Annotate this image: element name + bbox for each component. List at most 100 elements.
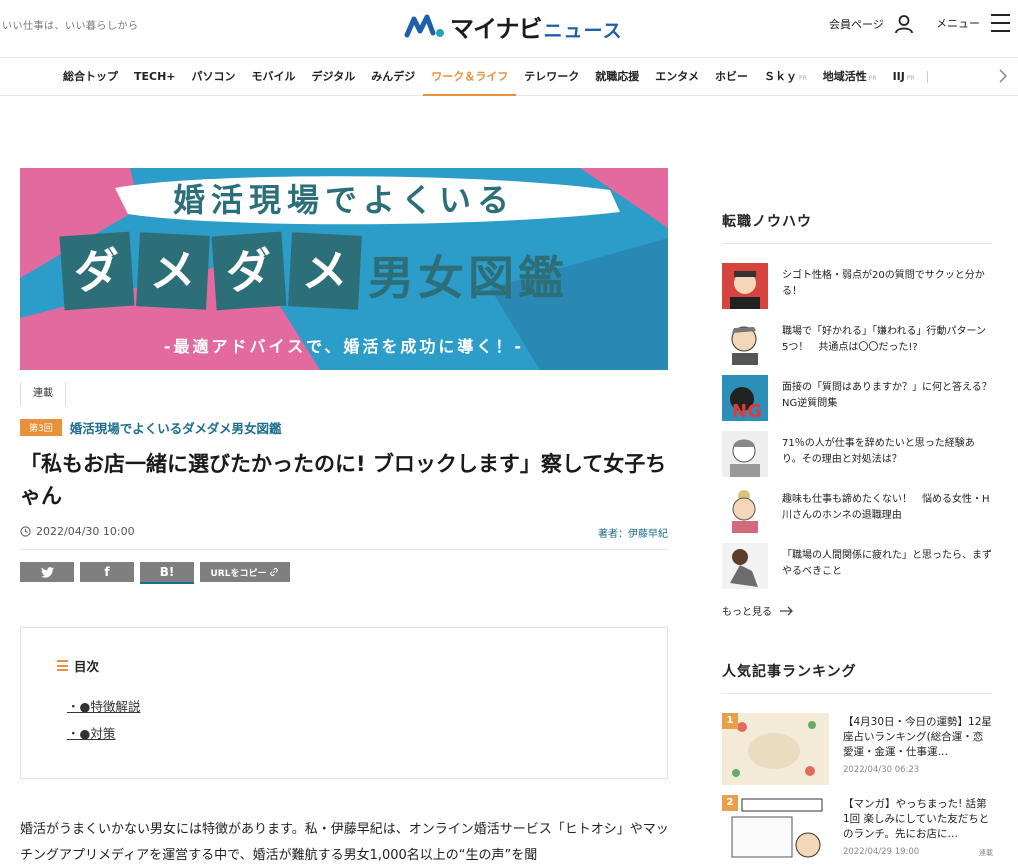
hamburger-icon [991, 14, 1010, 32]
ranking-item[interactable]: 2 【マンガ】やっちまった! 話第1回 楽しみにしていた友だちとのランチ。先にお… [722, 795, 994, 867]
ranking-tag: 連載 [979, 849, 993, 857]
career-article-title: シゴト性格・弱点が20の質問でサクッと分かる！ [782, 270, 985, 297]
nav-item-label: エンタメ [655, 70, 699, 83]
career-article-item[interactable]: 71％の人が仕事を辞めたいと思った経験あり。その理由と対処法は？ [722, 431, 992, 479]
nav-item-label: 就職応援 [595, 70, 640, 83]
category-tag[interactable]: 連載 [20, 382, 66, 406]
article-thumbnail: 2 [722, 795, 829, 867]
nav-item-label: デジタル [311, 70, 356, 83]
link-icon [270, 568, 279, 576]
career-article-item[interactable]: 職場で「好かれる」「嫌われる」行動パターン5つ！ 共通点は〇〇だった!? [722, 319, 992, 367]
ranking-text: 【4月30日・今日の運勢】12星座占いランキング(総合運・恋愛運・金運・仕事運…… [843, 713, 993, 785]
banner-tile: ダ [59, 231, 135, 311]
twitter-share-button[interactable] [20, 562, 74, 582]
ranking-item[interactable]: 1 【4月30日・今日の運勢】12星座占いランキング(総合運・恋愛運・金運・仕事… [722, 713, 994, 785]
article-lead: 婚活がうまくいかない男女には特徴があります。私・伊藤早紀は、オンライン婚活サービ… [20, 822, 669, 863]
author-link[interactable]: 著者：伊藤早紀 [598, 525, 668, 540]
nav-item[interactable]: モバイル [244, 58, 304, 96]
pr-label: PR [868, 75, 877, 82]
chevron-right-icon[interactable] [998, 69, 1008, 83]
rank-number: 2 [722, 795, 738, 811]
article-title: 「私もお店一緒に選びたかったのに! ブロックします」察して女子ちゃん [20, 452, 667, 508]
ranking-text: 【マンガ】やっちまった! 話第1回 楽しみにしていた友だちとのランチ。先にお店に… [843, 795, 993, 867]
series-banner[interactable]: 婚活現場でよくいる ダ メ ダ メ 男女図鑑 -最適アドバイスで、婚活を成功に導… [20, 168, 668, 370]
arrow-right-icon [780, 606, 793, 615]
nav-item-label: Ｓｋｙ [763, 70, 797, 83]
nav-item[interactable]: エンタメ [647, 58, 707, 96]
article-thumbnail [722, 263, 768, 309]
article-thumbnail [722, 487, 768, 533]
publish-date-text: 2022/04/30 10:00 [36, 525, 135, 538]
copy-url-button[interactable]: URLをコピー [200, 562, 290, 582]
banner-tile: ダ [211, 231, 287, 311]
hatena-bookmark-button[interactable]: B! [140, 562, 194, 584]
share-buttons: f B! URLをコピー [20, 562, 296, 584]
career-article-item[interactable]: 「職場の人間関係に疲れた」と思ったら、まずやるべきこと [722, 543, 992, 591]
nav-item[interactable]: パソコン [184, 58, 244, 96]
list-icon [57, 660, 68, 671]
banner-tile: メ [288, 232, 362, 310]
banner-line-3: -最適アドバイスで、婚活を成功に導く！- [163, 337, 525, 356]
toc-item-features[interactable]: ・●特徴解説 [67, 696, 140, 715]
nav-item[interactable]: TECH+ [126, 58, 184, 96]
twitter-icon [40, 566, 54, 578]
banner-line-2: 男女図鑑 [368, 251, 568, 305]
divider [722, 693, 992, 694]
toc-item-measures[interactable]: ・●対策 [67, 723, 115, 742]
toc-heading: 目次 [57, 656, 99, 675]
career-article-title: 趣味も仕事も諦めたくない！ 悩める女性・H川さんのホンネの退職理由 [782, 494, 990, 521]
svg-text:NG: NG [732, 401, 762, 421]
article-thumbnail [722, 319, 768, 365]
copy-url-label: URLをコピー [210, 568, 267, 579]
divider [20, 549, 668, 550]
career-article-item[interactable]: 趣味も仕事も諦めたくない！ 悩める女性・H川さんのホンネの退職理由 [722, 487, 992, 535]
nav-item[interactable]: 就職応援 [587, 58, 647, 96]
career-article-item[interactable]: シゴト性格・弱点が20の質問でサクッと分かる！ [722, 263, 992, 311]
member-page-link[interactable]: 会員ページ [829, 14, 914, 34]
series-issue: 第3回 婚活現場でよくいるダメダメ男女図鑑 [20, 418, 282, 437]
nav-item-label: 総合トップ [63, 70, 118, 83]
nav-item-label: ホビー [714, 70, 748, 83]
site-header: いい仕事は、いい暮らしから マイナビ ニュース 会員ページ メニュー [0, 0, 1018, 58]
article-thumbnail [722, 431, 768, 477]
career-heading: 転職ノウハウ [722, 214, 812, 230]
facebook-share-button[interactable]: f [80, 562, 134, 582]
rank-number: 1 [722, 713, 738, 729]
nav-item-label: ワーク＆ライフ [431, 70, 509, 83]
ranking-date: 2022/04/30 06:23 [843, 765, 920, 775]
issue-badge: 第3回 [20, 419, 62, 436]
member-page-label: 会員ページ [829, 18, 884, 31]
article-thumbnail: NG [722, 375, 768, 421]
banner-tiles: ダ メ ダ メ [59, 231, 366, 311]
nav-item[interactable]: テレワーク [516, 58, 587, 96]
clock-icon [20, 526, 31, 537]
menu-button[interactable]: メニュー [936, 14, 1010, 32]
nav-item[interactable]: 地域活性 PR [815, 58, 885, 96]
nav-item[interactable]: みんデジ [363, 58, 423, 96]
career-article-item[interactable]: NG 面接の「質問はありますか？」に何と答える？ NG逆質問集 [722, 375, 1002, 423]
nav-item[interactable]: ホビー [707, 58, 756, 96]
publish-date: 2022/04/30 10:00 [20, 525, 135, 538]
user-icon [894, 15, 913, 34]
career-article-title: 職場で「好かれる」「嫌われる」行動パターン5つ！ 共通点は〇〇だった!? [782, 326, 986, 353]
facebook-icon: f [104, 565, 110, 579]
nav-item-label: みんデジ [371, 70, 416, 83]
more-link-text: もっと見る [722, 607, 772, 618]
more-link[interactable]: もっと見る [722, 603, 794, 618]
nav-item-label: TECH+ [134, 70, 176, 83]
nav-item[interactable]: Ｓｋｙ PR [756, 58, 815, 96]
nav-item[interactable]: ワーク＆ライフ [423, 58, 517, 96]
site-tagline: いい仕事は、いい暮らしから [2, 21, 139, 32]
series-title-link[interactable]: 婚活現場でよくいるダメダメ男女図鑑 [70, 418, 282, 437]
nav-item-label: パソコン [191, 70, 236, 83]
career-article-title: 71％の人が仕事を辞めたいと思った経験あり。その理由と対処法は？ [782, 438, 975, 465]
nav-item[interactable]: 総合トップ [55, 58, 126, 96]
nav-item[interactable]: デジタル [304, 58, 364, 96]
nav-item[interactable]: IIJ PR [885, 58, 923, 96]
banner-tile: メ [136, 232, 210, 310]
article-thumbnail: 1 [722, 713, 829, 785]
logo-text-main: マイナビ [450, 14, 543, 43]
mynavi-logo-icon [404, 14, 444, 38]
hatena-icon: B! [159, 565, 175, 579]
site-logo[interactable]: マイナビ ニュース [404, 8, 623, 44]
